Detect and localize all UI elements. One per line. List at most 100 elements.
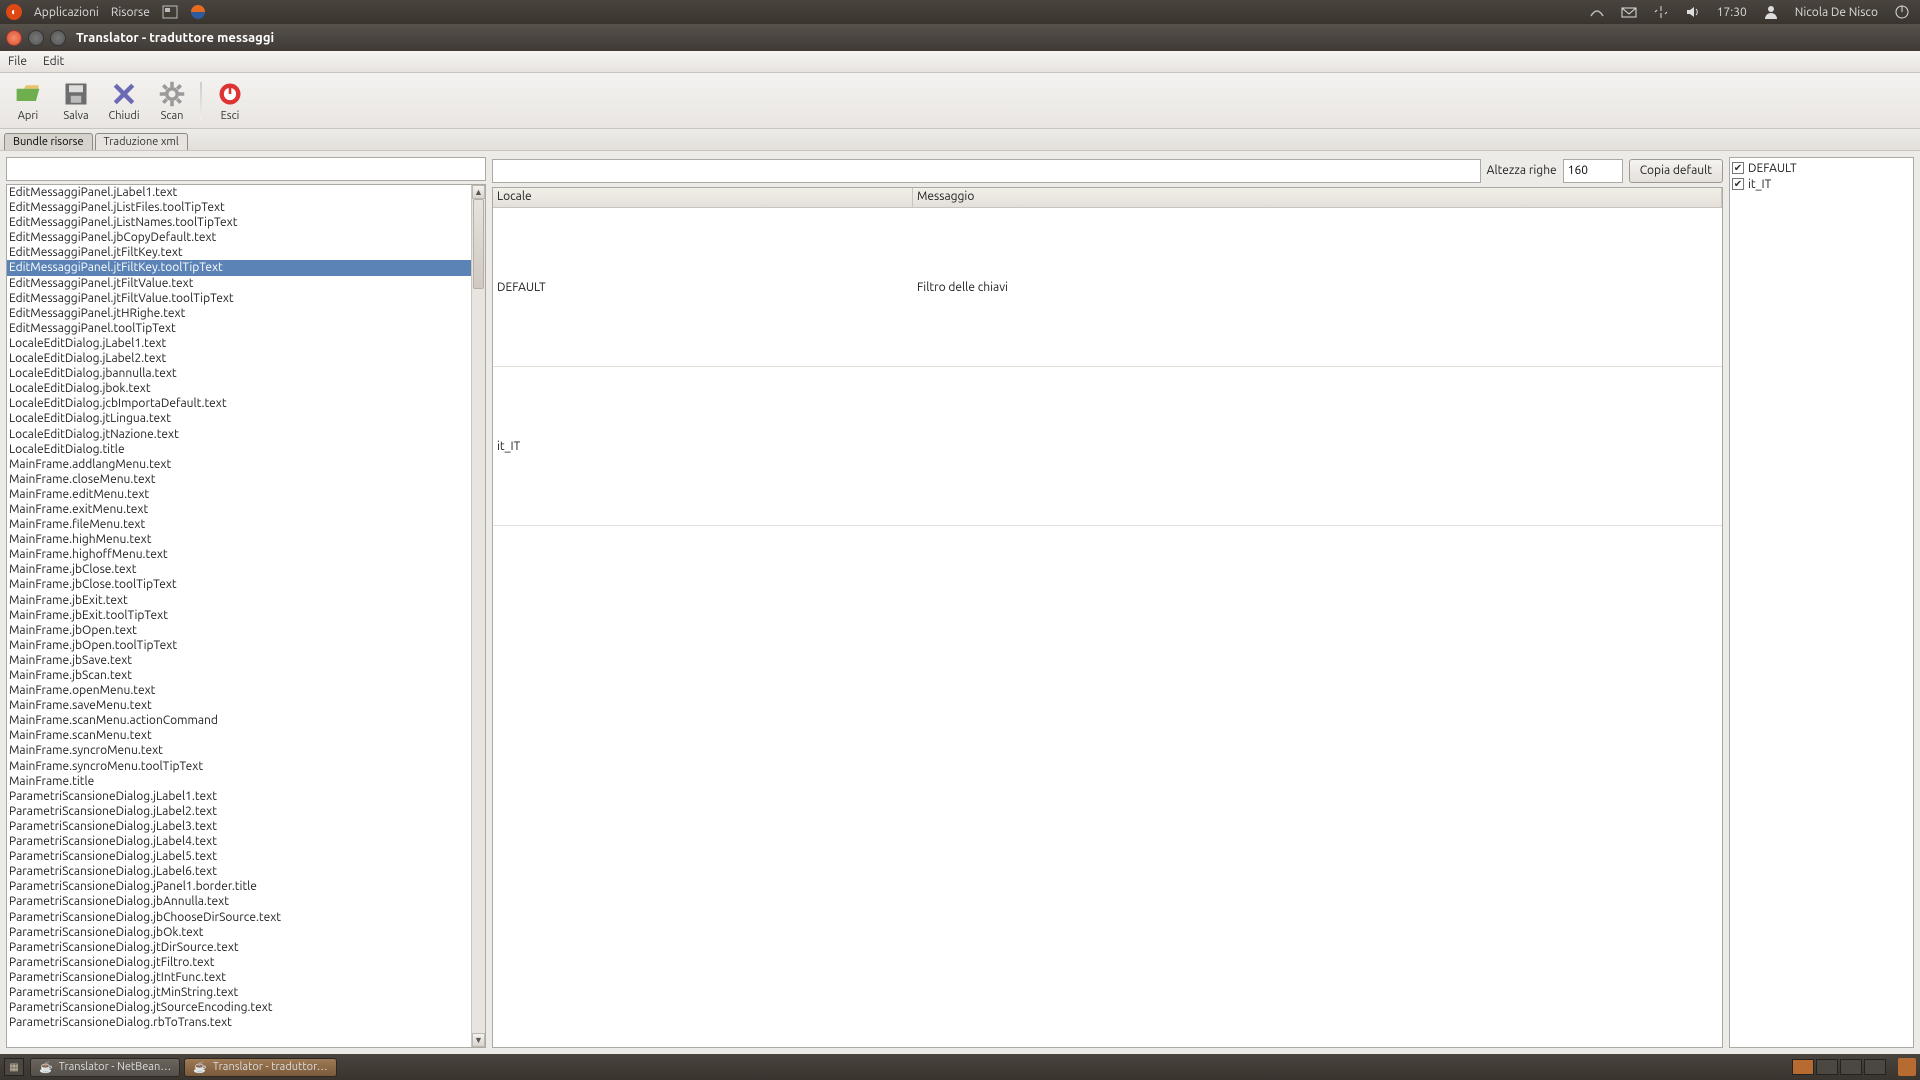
key-row[interactable]: EditMessaggiPanel.toolTipText (7, 321, 471, 336)
key-row[interactable]: LocaleEditDialog.jtNazione.text (7, 427, 471, 442)
key-row[interactable]: ParametriScansioneDialog.rbToTrans.text (7, 1015, 471, 1030)
key-filter-input[interactable] (6, 157, 486, 181)
key-row[interactable]: MainFrame.scanMenu.actionCommand (7, 713, 471, 728)
cell-message[interactable] (913, 367, 1722, 525)
key-row[interactable]: ParametriScansioneDialog.jtMinString.tex… (7, 985, 471, 1000)
key-row[interactable]: MainFrame.jbExit.toolTipText (7, 608, 471, 623)
key-row[interactable]: EditMessaggiPanel.jtFiltValue.text (7, 276, 471, 291)
task-translator[interactable]: ☕ Translator - traduttor… (184, 1058, 337, 1077)
places-menu[interactable]: Risorse (111, 6, 150, 19)
key-row[interactable]: MainFrame.scanMenu.text (7, 728, 471, 743)
user-menu[interactable]: Nicola De Nisco (1795, 6, 1878, 19)
scroll-up-arrow[interactable]: ▲ (472, 185, 485, 199)
shutdown-icon[interactable] (1894, 4, 1910, 20)
key-row[interactable]: ParametriScansioneDialog.jbChooseDirSour… (7, 910, 471, 925)
mail-icon[interactable] (1621, 4, 1637, 20)
table-row[interactable]: DEFAULTFiltro delle chiavi (493, 208, 1722, 367)
scroll-thumb[interactable] (473, 199, 484, 289)
key-row[interactable]: MainFrame.exitMenu.text (7, 502, 471, 517)
cell-message[interactable]: Filtro delle chiavi (913, 208, 1722, 366)
key-row[interactable]: EditMessaggiPanel.jLabel1.text (7, 185, 471, 200)
row-height-input[interactable] (1563, 159, 1623, 183)
key-row[interactable]: MainFrame.jbOpen.text (7, 623, 471, 638)
key-row[interactable]: ParametriScansioneDialog.jLabel1.text (7, 789, 471, 804)
key-row[interactable]: LocaleEditDialog.jcbImportaDefault.text (7, 396, 471, 411)
col-header-locale[interactable]: Locale (493, 188, 913, 207)
message-filter-input[interactable] (492, 159, 1481, 183)
clock[interactable]: 17:30 (1717, 6, 1747, 19)
key-row[interactable]: MainFrame.jbScan.text (7, 668, 471, 683)
key-row[interactable]: ParametriScansioneDialog.jLabel4.text (7, 834, 471, 849)
key-row[interactable]: MainFrame.jbOpen.toolTipText (7, 638, 471, 653)
cell-locale[interactable]: DEFAULT (493, 208, 913, 366)
workspace-4[interactable] (1864, 1059, 1886, 1075)
workspace-1[interactable] (1792, 1059, 1814, 1075)
scan-button[interactable]: Scan (150, 80, 194, 122)
cell-locale[interactable]: it_IT (493, 367, 913, 525)
key-row[interactable]: EditMessaggiPanel.jtHRighe.text (7, 306, 471, 321)
key-row[interactable]: EditMessaggiPanel.jListNames.toolTipText (7, 215, 471, 230)
key-row[interactable]: EditMessaggiPanel.jtFiltValue.toolTipTex… (7, 291, 471, 306)
key-row[interactable]: MainFrame.jbClose.toolTipText (7, 577, 471, 592)
key-row[interactable]: EditMessaggiPanel.jtFiltKey.text (7, 245, 471, 260)
key-row[interactable]: MainFrame.jbClose.text (7, 562, 471, 577)
workspace-switcher[interactable] (1792, 1059, 1892, 1075)
key-row[interactable]: EditMessaggiPanel.jtFiltKey.toolTipText (7, 260, 471, 275)
table-row[interactable]: it_IT (493, 367, 1722, 526)
task-netbeans[interactable]: ☕ Translator - NetBean… (30, 1058, 180, 1077)
scroll-down-arrow[interactable]: ▼ (472, 1033, 485, 1047)
key-row[interactable]: LocaleEditDialog.jtLingua.text (7, 411, 471, 426)
window-maximize-button[interactable] (50, 30, 66, 46)
firefox-icon[interactable] (190, 4, 206, 20)
close-button[interactable]: Chiudi (102, 80, 146, 122)
key-row[interactable]: ParametriScansioneDialog.jbOk.text (7, 925, 471, 940)
network-icon[interactable] (1589, 4, 1605, 20)
key-row[interactable]: ParametriScansioneDialog.jLabel2.text (7, 804, 471, 819)
key-row[interactable]: ParametriScansioneDialog.jPanel1.border.… (7, 879, 471, 894)
checkbox[interactable]: ✔ (1732, 162, 1744, 174)
key-row[interactable]: MainFrame.jbExit.text (7, 593, 471, 608)
key-row[interactable]: LocaleEditDialog.jbok.text (7, 381, 471, 396)
key-row[interactable]: LocaleEditDialog.jLabel2.text (7, 351, 471, 366)
volume-icon[interactable] (1685, 4, 1701, 20)
key-row[interactable]: LocaleEditDialog.jbannulla.text (7, 366, 471, 381)
window-minimize-button[interactable] (28, 30, 44, 46)
key-row[interactable]: MainFrame.highoffMenu.text (7, 547, 471, 562)
key-row[interactable]: MainFrame.editMenu.text (7, 487, 471, 502)
key-row[interactable]: MainFrame.addlangMenu.text (7, 457, 471, 472)
key-row[interactable]: LocaleEditDialog.title (7, 442, 471, 457)
workspace-3[interactable] (1840, 1059, 1862, 1075)
tab-bundle-risorse[interactable]: Bundle risorse (4, 133, 93, 150)
key-row[interactable]: ParametriScansioneDialog.jtFiltro.text (7, 955, 471, 970)
ubuntu-logo-icon[interactable]: ◐ (6, 4, 22, 20)
key-row[interactable]: MainFrame.jbSave.text (7, 653, 471, 668)
trash-icon[interactable] (1898, 1058, 1916, 1076)
window-close-button[interactable] (6, 30, 22, 46)
menu-edit[interactable]: Edit (35, 55, 72, 68)
locale-checkbox-row[interactable]: ✔DEFAULT (1732, 160, 1911, 176)
open-button[interactable]: Apri (6, 80, 50, 122)
copy-default-button[interactable]: Copia default (1629, 159, 1723, 183)
save-button[interactable]: Salva (54, 80, 98, 122)
key-row[interactable]: MainFrame.openMenu.text (7, 683, 471, 698)
key-row[interactable]: ParametriScansioneDialog.jtDirSource.tex… (7, 940, 471, 955)
applications-menu[interactable]: Applicazioni (34, 6, 99, 19)
key-row[interactable]: ParametriScansioneDialog.jbAnnulla.text (7, 894, 471, 909)
window-titlebar[interactable]: Translator - traduttore messaggi (0, 24, 1920, 51)
show-desktop-button[interactable]: ▦ (4, 1058, 24, 1076)
translations-table[interactable]: Locale Messaggio DEFAULTFiltro delle chi… (492, 187, 1723, 1048)
key-row[interactable]: MainFrame.syncroMenu.toolTipText (7, 759, 471, 774)
checkbox[interactable]: ✔ (1732, 178, 1744, 190)
key-list-scrollbar[interactable]: ▲ ▼ (471, 185, 485, 1047)
key-row[interactable]: MainFrame.syncroMenu.text (7, 743, 471, 758)
key-row[interactable]: MainFrame.saveMenu.text (7, 698, 471, 713)
sync-icon[interactable] (1653, 4, 1669, 20)
key-list[interactable]: EditMessaggiPanel.jLabel1.textEditMessag… (6, 184, 486, 1048)
key-row[interactable]: ParametriScansioneDialog.jtSourceEncodin… (7, 1000, 471, 1015)
workspace-2[interactable] (1816, 1059, 1838, 1075)
key-row[interactable]: ParametriScansioneDialog.jtIntFunc.text (7, 970, 471, 985)
key-row[interactable]: ParametriScansioneDialog.jLabel5.text (7, 849, 471, 864)
locale-checkbox-row[interactable]: ✔it_IT (1732, 176, 1911, 192)
key-row[interactable]: EditMessaggiPanel.jListFiles.toolTipText (7, 200, 471, 215)
key-row[interactable]: EditMessaggiPanel.jbCopyDefault.text (7, 230, 471, 245)
